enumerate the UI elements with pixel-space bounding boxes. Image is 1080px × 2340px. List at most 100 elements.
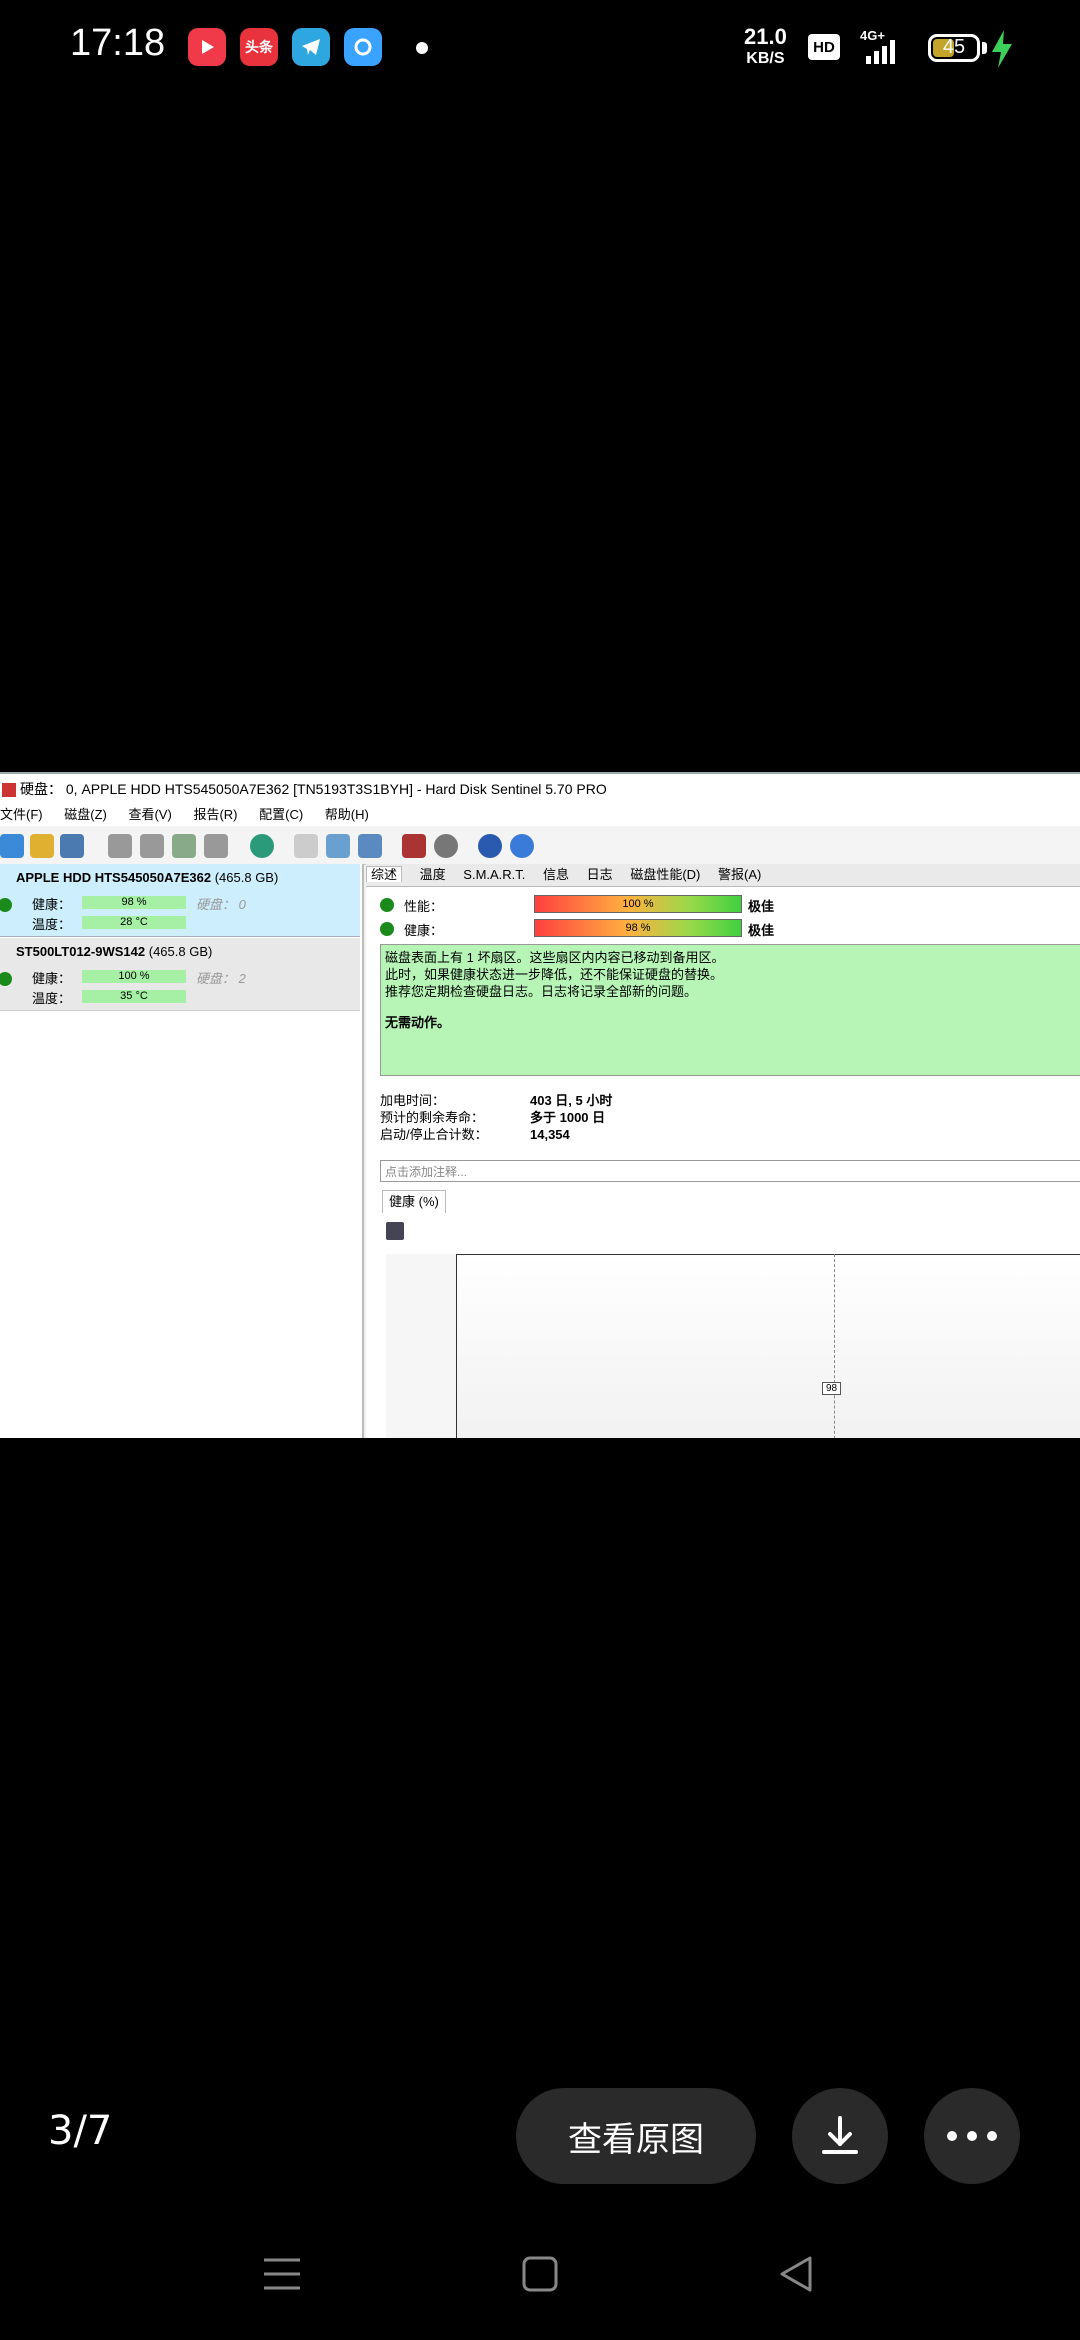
chart-marker (834, 1254, 835, 1438)
battery-icon: 45 (928, 34, 980, 62)
tab-bar: 综述 温度 S.M.A.R.T. 信息 日志 磁盘性能(D) 警报(A) (366, 864, 1080, 887)
refresh-icon (0, 834, 24, 858)
tab-health-chart: 健康 (%) (382, 1190, 446, 1213)
save-icon (386, 1222, 404, 1240)
telegram-app-icon (292, 28, 330, 66)
temp-label: 温度： (32, 991, 72, 1006)
test2-icon (140, 834, 164, 858)
tab-info: 信息 (543, 867, 570, 882)
view-original-button[interactable]: 查看原图 (516, 2088, 756, 2184)
overview-panel: 综述 温度 S.M.A.R.T. 信息 日志 磁盘性能(D) 警报(A) 性能：… (366, 864, 1080, 1438)
app-icon (2, 783, 16, 798)
report-icon (294, 834, 318, 858)
nav-back-button[interactable] (778, 2250, 814, 2298)
download-button[interactable] (792, 2088, 888, 2184)
nav-home-button[interactable] (522, 2250, 558, 2298)
power-on-label: 加电时间： (380, 1093, 446, 1108)
tab-temperature: 温度 (419, 867, 446, 882)
more-icon (947, 2131, 997, 2141)
action-text: 无需动作。 (385, 1015, 451, 1030)
toolbar (0, 826, 1080, 865)
menu-report: 报告(R) (193, 807, 238, 822)
disk-name: APPLE HDD HTS545050A7E362 (465.8 GB) (16, 870, 279, 885)
hd-voice-icon: HD (808, 34, 840, 60)
menu-config: 配置(C) (259, 807, 304, 822)
menu-file: 文件(F) (0, 807, 43, 822)
disk-item-2: ST500LT012-9WS142 (465.8 GB) 健康： 100 % 硬… (0, 938, 360, 1011)
tab-performance: 磁盘性能(D) (630, 867, 701, 882)
back-icon (780, 2256, 812, 2292)
window-titlebar: 硬盘： 0, APPLE HDD HTS545050A7E362 [TN5193… (0, 772, 1080, 806)
chart-plot (456, 1254, 1080, 1438)
svg-text:4G+: 4G+ (860, 28, 885, 43)
more-notifications-icon (416, 42, 428, 54)
download-icon (822, 2116, 858, 2154)
health-gauge: 98 % (534, 919, 742, 937)
help-icon (478, 834, 502, 858)
clock: 17:18 (70, 22, 166, 64)
temp-bar: 35 °C (82, 990, 186, 1003)
disk-index: 硬盘： 0 (196, 897, 246, 912)
network-icon (358, 834, 382, 858)
health-bar: 100 % (82, 970, 186, 983)
tab-alerts: 警报(A) (717, 867, 762, 882)
more-button[interactable] (924, 2088, 1020, 2184)
performance-gauge: 100 % (534, 895, 742, 913)
status-message: 磁盘表面上有 1 坏扇区。这些扇区内内容已移动到备用区。 此时，如果健康状态进一… (380, 944, 1080, 1076)
health-label: 健康： (32, 897, 72, 912)
battery-tip (982, 42, 987, 54)
performance-grade: 极佳 (748, 899, 775, 914)
start-stop-label: 启动/停止合计数： (380, 1127, 488, 1142)
tab-overview: 综述 (366, 866, 403, 882)
video-app-icon (188, 28, 226, 66)
health-label: 健康： (32, 971, 72, 986)
performance-label: 性能： (404, 899, 444, 914)
toutiao-app-icon: 头条 (240, 28, 278, 66)
tab-smart: S.M.A.R.T. (463, 867, 526, 882)
test4-icon (204, 834, 228, 858)
chart-point-label: 98 (822, 1382, 842, 1395)
test-icon (108, 834, 132, 858)
alert-icon (30, 834, 54, 858)
health-bar: 98 % (82, 896, 186, 909)
temp-bar: 28 °C (82, 916, 186, 929)
ok-icon (0, 972, 12, 986)
status-bar: 17:18 头条 21.0 KB/S HD 4G+ 45 (0, 0, 1080, 96)
monitor-icon (402, 834, 426, 858)
menu-bar: 文件(F) 磁盘(Z) 查看(V) 报告(R) 配置(C) 帮助(H) (0, 804, 1080, 827)
screenshot-image[interactable]: 硬盘： 0, APPLE HDD HTS545050A7E362 [TN5193… (0, 772, 1080, 1438)
lifetime-label: 预计的剩余寿命： (380, 1110, 485, 1125)
power-on-value: 403 日, 5 小时 (530, 1093, 613, 1108)
start-stop-value: 14,354 (530, 1127, 570, 1142)
signal-icon: 4G+ (860, 28, 895, 64)
health-label: 健康： (404, 923, 444, 938)
tab-log: 日志 (586, 867, 613, 882)
disk-item-1: APPLE HDD HTS545050A7E362 (465.8 GB) 健康：… (0, 864, 360, 937)
page-indicator: 3/7 (48, 2108, 113, 2154)
info-icon (510, 834, 534, 858)
browser-app-icon (344, 28, 382, 66)
disk-index: 硬盘： 2 (196, 971, 246, 986)
network-speed: 21.0 KB/S (744, 24, 787, 68)
globe-icon (250, 834, 274, 858)
ok-icon (380, 898, 394, 912)
ok-icon (0, 898, 12, 912)
menu-disk: 磁盘(Z) (64, 807, 107, 822)
menu-icon (264, 2258, 300, 2290)
test3-icon (172, 834, 196, 858)
sync-icon (326, 834, 350, 858)
disk-icon (60, 834, 84, 858)
home-icon (522, 2256, 558, 2292)
health-chart: 98 (386, 1254, 1080, 1438)
disk-name: ST500LT012-9WS142 (465.8 GB) (16, 944, 213, 959)
charging-icon (992, 30, 1012, 68)
note-input: 点击添加注释... (380, 1160, 1080, 1182)
message-line: 磁盘表面上有 1 坏扇区。这些扇区内内容已移动到备用区。 (385, 950, 725, 965)
lifetime-value: 多于 1000 日 (530, 1110, 606, 1125)
menu-help: 帮助(H) (324, 807, 369, 822)
message-line: 此时，如果健康状态进一步降低，还不能保证硬盘的替换。 (385, 967, 724, 982)
temp-label: 温度： (32, 917, 72, 932)
ok-icon (380, 922, 394, 936)
menu-view: 查看(V) (128, 807, 172, 822)
nav-menu-button[interactable] (262, 2250, 302, 2298)
